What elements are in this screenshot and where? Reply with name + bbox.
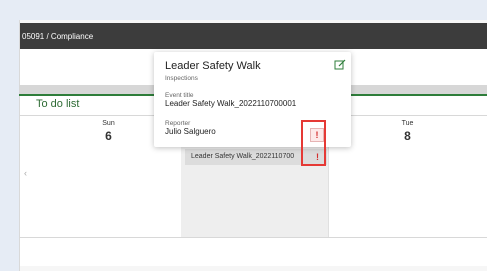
breadcrumb[interactable]: 05091 / Compliance	[20, 32, 93, 41]
popup-title: Leader Safety Walk	[165, 60, 261, 72]
section-title: To do list	[36, 98, 80, 110]
day-name: Tue	[401, 120, 414, 127]
event-title-label: Event title	[165, 92, 194, 99]
reporter-value: Julio Salguero	[165, 127, 216, 136]
highlight-box	[301, 120, 326, 166]
chevron-left-icon[interactable]: ‹	[24, 168, 27, 178]
bottom-line	[19, 237, 487, 238]
event-label: Leader Safety Walk_2022110700	[191, 153, 295, 160]
reporter-label: Reporter	[165, 120, 191, 127]
edit-icon[interactable]	[334, 59, 346, 71]
event-title-value: Leader Safety Walk_2022110700001	[165, 99, 297, 108]
day-column-tue[interactable]: Tue 8	[328, 116, 487, 237]
top-bar: 05091 / Compliance	[20, 23, 487, 49]
popup-type: Inspections	[165, 75, 198, 82]
day-number: 8	[404, 129, 411, 143]
